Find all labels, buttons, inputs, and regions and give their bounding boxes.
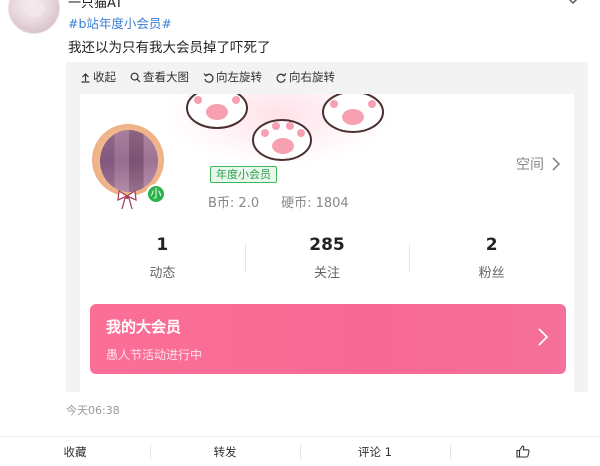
collapse-icon (81, 72, 90, 83)
image-toolbar: 收起 查看大图 向左旋转 向右旋转 (66, 62, 588, 92)
favorite-button[interactable]: 收藏 (0, 437, 150, 466)
like-button[interactable] (450, 437, 600, 466)
rotate-left-button[interactable]: 向左旋转 (203, 69, 262, 85)
hard-coin-balance: 硬币: 1804 (281, 196, 349, 211)
rotate-right-button[interactable]: 向右旋转 (276, 69, 335, 85)
username[interactable]: 一只猫AT (68, 0, 123, 11)
view-large-label: 查看大图 (143, 70, 189, 84)
stat-value: 2 (485, 235, 498, 255)
view-large-button[interactable]: 查看大图 (130, 69, 189, 85)
stat-value: 285 (309, 235, 345, 255)
paw-icon (184, 94, 250, 132)
rotate-right-icon (276, 72, 287, 83)
vip-banner-subtitle: 愚人节活动进行中 (106, 348, 203, 362)
stat-label: 动态 (149, 266, 176, 281)
vip-tag: 年度小会员 (210, 166, 277, 183)
chevron-down-icon[interactable] (566, 0, 580, 6)
search-icon (130, 72, 141, 82)
chevron-right-icon (552, 157, 560, 171)
profile-avatar[interactable] (100, 130, 158, 192)
action-bar: 收藏 转发 评论 1 (0, 436, 600, 466)
comment-label: 评论 1 (358, 444, 392, 459)
level-badge: 小 (146, 184, 166, 204)
collapse-label: 收起 (93, 70, 116, 84)
stat-following[interactable]: 285 关注 (244, 234, 410, 286)
space-link-label: 空间 (516, 157, 544, 173)
stat-label: 关注 (314, 266, 341, 281)
repost-label: 转发 (213, 444, 237, 459)
collapse-button[interactable]: 收起 (80, 69, 116, 85)
comment-button[interactable]: 评论 1 (300, 437, 450, 466)
stat-dynamics[interactable]: 1 动态 (80, 234, 245, 286)
thumbs-up-icon (516, 445, 530, 458)
rotate-right-label: 向右旋转 (289, 70, 335, 84)
favorite-label: 收藏 (63, 444, 87, 459)
rotate-left-label: 向左旋转 (216, 70, 262, 84)
vip-banner-title: 我的大会员 (106, 318, 182, 336)
stat-label: 粉丝 (478, 266, 505, 281)
vip-banner[interactable]: 我的大会员 愚人节活动进行中 (90, 304, 566, 374)
chevron-right-icon (538, 328, 548, 346)
bow-icon (117, 190, 137, 210)
post-timestamp: 今天06:38 (66, 404, 120, 417)
coin-info: B币: 2.0 硬币: 1804 (208, 192, 371, 211)
stat-value: 1 (156, 235, 169, 255)
space-link[interactable]: 空间 (516, 154, 560, 174)
post-text: 我还以为只有我大会员掉了吓死了 (68, 40, 271, 56)
screenshot-image[interactable]: 小 年度小会员 B币: 2.0 硬币: 1804 空间 1 动态 285 关注 2… (80, 94, 574, 394)
rotate-left-icon (203, 72, 214, 83)
b-coin-balance: B币: 2.0 (208, 196, 260, 211)
repost-button[interactable]: 转发 (150, 437, 300, 466)
stat-followers[interactable]: 2 粉丝 (409, 234, 574, 286)
paw-icon (250, 114, 314, 162)
image-card: 收起 查看大图 向左旋转 向右旋转 小 年度小会员 B币: 2.0 硬币: 18… (66, 62, 588, 394)
topic-link[interactable]: #b站年度小会员# (68, 13, 172, 32)
user-avatar[interactable] (8, 0, 60, 34)
paw-icon (320, 94, 386, 136)
profile-stats: 1 动态 285 关注 2 粉丝 (80, 234, 574, 286)
